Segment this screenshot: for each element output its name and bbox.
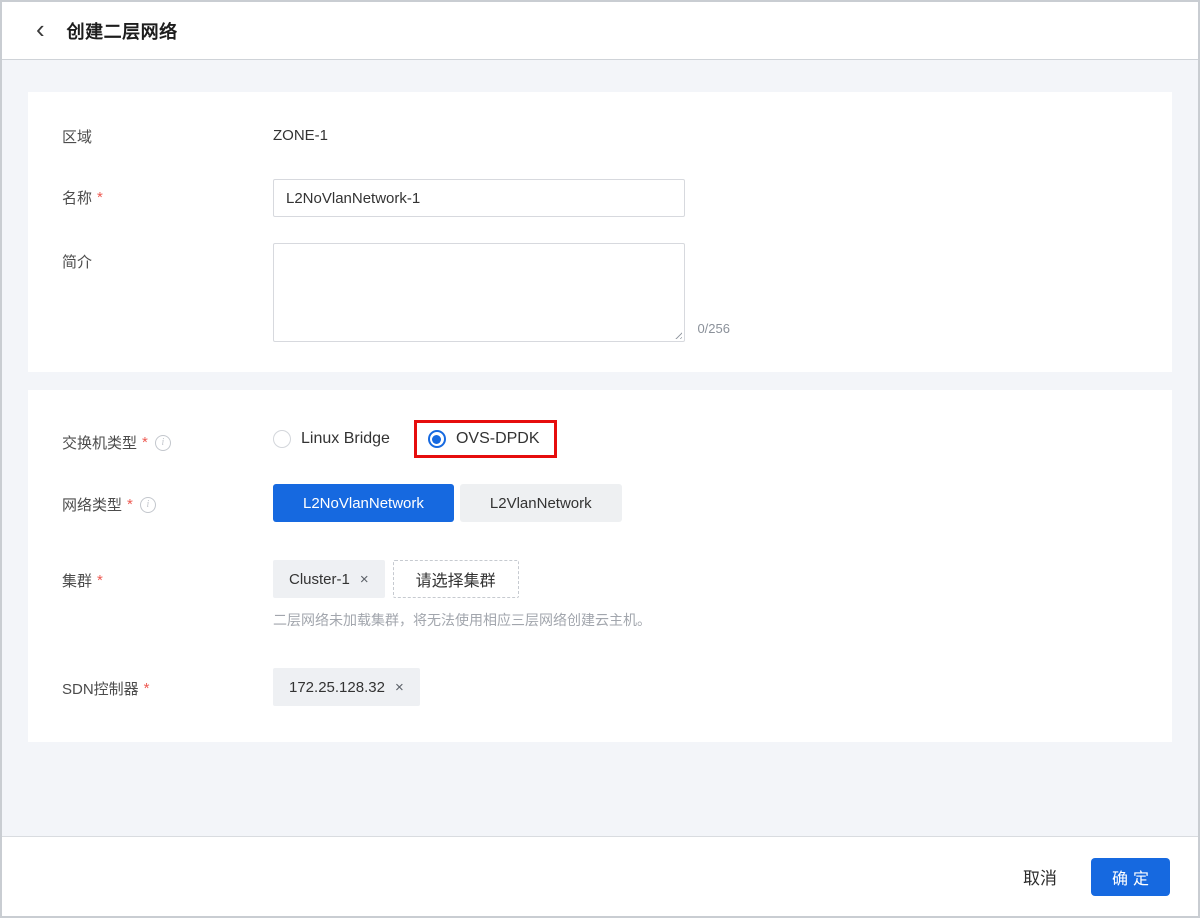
switch-type-radio-group: Linux Bridge OVS-DPDK — [273, 420, 1138, 458]
name-row: 名称 * — [62, 179, 1138, 217]
switch-type-label: 交换机类型 * i — [62, 420, 273, 453]
action-footer: 取消 确定 — [2, 836, 1198, 916]
toggle-l2vlan[interactable]: L2VlanNetwork — [460, 484, 622, 522]
sdn-controller-label: SDN控制器 * — [62, 668, 273, 699]
cluster-label: 集群 * — [62, 560, 273, 591]
network-type-label: 网络类型 * i — [62, 484, 273, 515]
back-icon[interactable]: ‹ — [36, 16, 45, 42]
cluster-row: 集群 * Cluster-1 × 请选择集群 二层网络未加载集群，将无法使用相应… — [62, 560, 1138, 630]
radio-checked-icon[interactable] — [428, 430, 446, 448]
page-title: 创建二层网络 — [67, 18, 178, 44]
cluster-tag: Cluster-1 × — [273, 560, 385, 598]
description-label: 简介 — [62, 243, 273, 272]
toggle-l2novlan[interactable]: L2NoVlanNetwork — [273, 484, 454, 522]
char-counter: 0/256 — [697, 321, 730, 336]
page-header: ‹ 创建二层网络 — [2, 2, 1198, 60]
cluster-tags: Cluster-1 × 请选择集群 — [273, 560, 1138, 598]
name-input[interactable] — [273, 179, 685, 217]
description-textarea[interactable] — [273, 243, 685, 342]
zone-row: 区域 ZONE-1 — [62, 126, 1138, 147]
red-highlight-box: OVS-DPDK — [414, 420, 557, 458]
required-mark: * — [97, 189, 103, 206]
cluster-hint: 二层网络未加载集群，将无法使用相应三层网络创建云主机。 — [273, 610, 1138, 630]
zone-label: 区域 — [62, 126, 273, 147]
network-type-toggle-group: L2NoVlanNetwork L2VlanNetwork — [273, 484, 1138, 522]
network-type-row: 网络类型 * i L2NoVlanNetwork L2VlanNetwork — [62, 484, 1138, 522]
required-mark: * — [97, 572, 103, 589]
info-icon: i — [140, 497, 156, 513]
radio-unchecked-icon[interactable] — [273, 430, 291, 448]
basic-info-card: 区域 ZONE-1 名称 * 简介 — [28, 92, 1172, 372]
confirm-button[interactable]: 确定 — [1091, 858, 1170, 896]
zone-value: ZONE-1 — [273, 126, 1138, 144]
radio-linux-bridge[interactable]: Linux Bridge — [273, 420, 390, 458]
network-settings-card: 交换机类型 * i Linux Bridge OVS-DPDK — [28, 390, 1172, 742]
remove-cluster-icon[interactable]: × — [360, 572, 369, 587]
form-content: 区域 ZONE-1 名称 * 简介 — [2, 60, 1198, 836]
required-mark: * — [144, 680, 150, 697]
sdn-controller-row: SDN控制器 * 172.25.128.32 × — [62, 668, 1138, 706]
required-mark: * — [142, 434, 148, 451]
cancel-button[interactable]: 取消 — [1023, 864, 1057, 889]
name-label: 名称 * — [62, 179, 273, 208]
select-cluster-button[interactable]: 请选择集群 — [393, 560, 519, 598]
description-row: 简介 0/256 — [62, 243, 1138, 342]
switch-type-row: 交换机类型 * i Linux Bridge OVS-DPDK — [62, 420, 1138, 458]
radio-ovs-dpdk[interactable]: OVS-DPDK — [428, 430, 540, 448]
info-icon: i — [155, 435, 171, 451]
create-l2-network-window: ‹ 创建二层网络 区域 ZONE-1 名称 * — [0, 0, 1200, 918]
sdn-controller-tag: 172.25.128.32 × — [273, 668, 420, 706]
remove-sdn-controller-icon[interactable]: × — [395, 680, 404, 695]
required-mark: * — [127, 496, 133, 513]
